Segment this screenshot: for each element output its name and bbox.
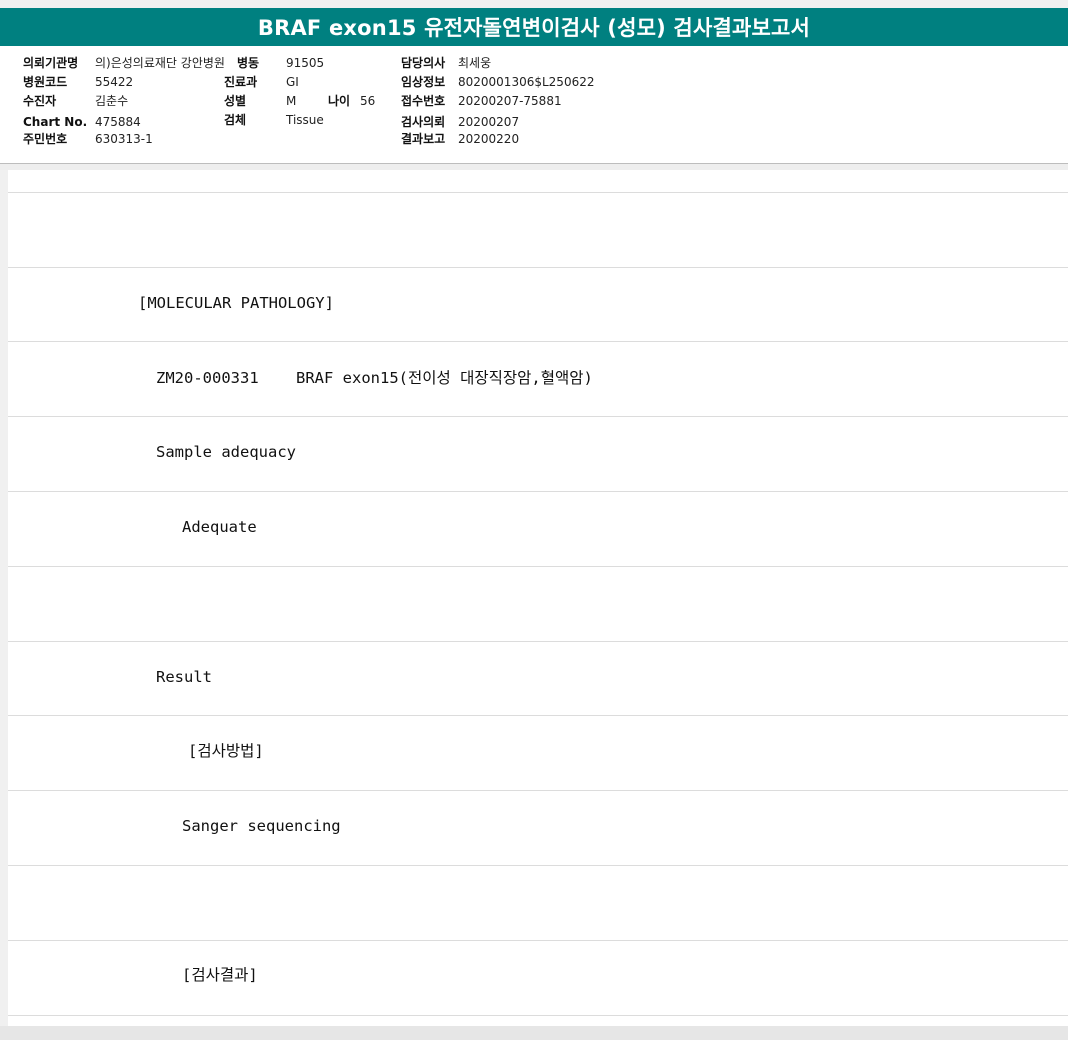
- chart-no-value: 475884: [95, 115, 141, 129]
- test-code: ZM20-000331: [156, 369, 259, 387]
- report-title: BRAF exon15 유전자돌연변이검사 (성모) 검사결과보고서: [0, 8, 1068, 46]
- hospital-code-label: 병원코드: [23, 75, 68, 89]
- sex-value: M: [286, 94, 297, 108]
- row-divider: [8, 267, 1068, 268]
- ward-value: 91505: [286, 56, 325, 70]
- method-heading: [검사방법]: [188, 742, 264, 760]
- patient-label: 수진자: [23, 94, 57, 108]
- institution-value: 의)은성의료재단 강안병원: [95, 56, 225, 70]
- specimen-value: Tissue: [286, 113, 324, 127]
- institution-label: 의뢰기관명: [23, 56, 79, 70]
- patient-value: 김춘수: [95, 94, 129, 108]
- row-divider: [8, 1015, 1068, 1016]
- specimen-label: 검체: [224, 113, 247, 127]
- row-divider: [8, 491, 1068, 492]
- resident-no-value: 630313-1: [95, 132, 153, 146]
- doctor-value: 최세웅: [458, 56, 492, 70]
- receipt-no-label: 접수번호: [401, 94, 446, 108]
- report-date-value: 20200220: [458, 132, 520, 146]
- row-divider: [8, 641, 1068, 642]
- test-name: BRAF exon15(전이성 대장직장암,혈액암): [296, 369, 593, 387]
- result-label: Result: [156, 668, 212, 686]
- department-value: GI: [286, 75, 299, 89]
- report-date-label: 결과보고: [401, 132, 446, 146]
- sex-label: 성별: [224, 94, 247, 108]
- age-value: 56: [360, 94, 376, 108]
- hospital-code-value: 55422: [95, 75, 134, 89]
- request-date-value: 20200207: [458, 115, 520, 129]
- clinical-info-value: 8020001306$L250622: [458, 75, 595, 89]
- row-divider: [8, 416, 1068, 417]
- section-heading: [MOLECULAR PATHOLOGY]: [138, 294, 334, 312]
- method-value: Sanger sequencing: [182, 817, 341, 835]
- ward-label: 병동: [237, 56, 260, 70]
- row-divider: [8, 715, 1068, 716]
- row-divider: [8, 192, 1068, 193]
- clinical-info-label: 임상정보: [401, 75, 446, 89]
- chart-no-label: Chart No.: [23, 115, 88, 129]
- department-label: 진료과: [224, 75, 258, 89]
- row-divider: [8, 341, 1068, 342]
- patient-info-header: 의뢰기관명 의)은성의료재단 강안병원 병원코드 55422 수진자 김춘수 C…: [0, 46, 1068, 164]
- sample-adequacy-value: Adequate: [182, 518, 257, 536]
- row-divider: [8, 790, 1068, 791]
- bottom-bar: [0, 1026, 1068, 1040]
- receipt-no-value: 20200207-75881: [458, 94, 562, 108]
- resident-no-label: 주민번호: [23, 132, 68, 146]
- row-divider: [8, 940, 1068, 941]
- report-body: [MOLECULAR PATHOLOGY] ZM20-000331 BRAF e…: [8, 170, 1068, 1026]
- result-heading: [검사결과]: [182, 966, 258, 984]
- sample-adequacy-label: Sample adequacy: [156, 443, 296, 461]
- doctor-label: 담당의사: [401, 56, 446, 70]
- row-divider: [8, 865, 1068, 866]
- age-label: 나이: [328, 94, 351, 108]
- request-date-label: 검사의뢰: [401, 115, 446, 129]
- row-divider: [8, 566, 1068, 567]
